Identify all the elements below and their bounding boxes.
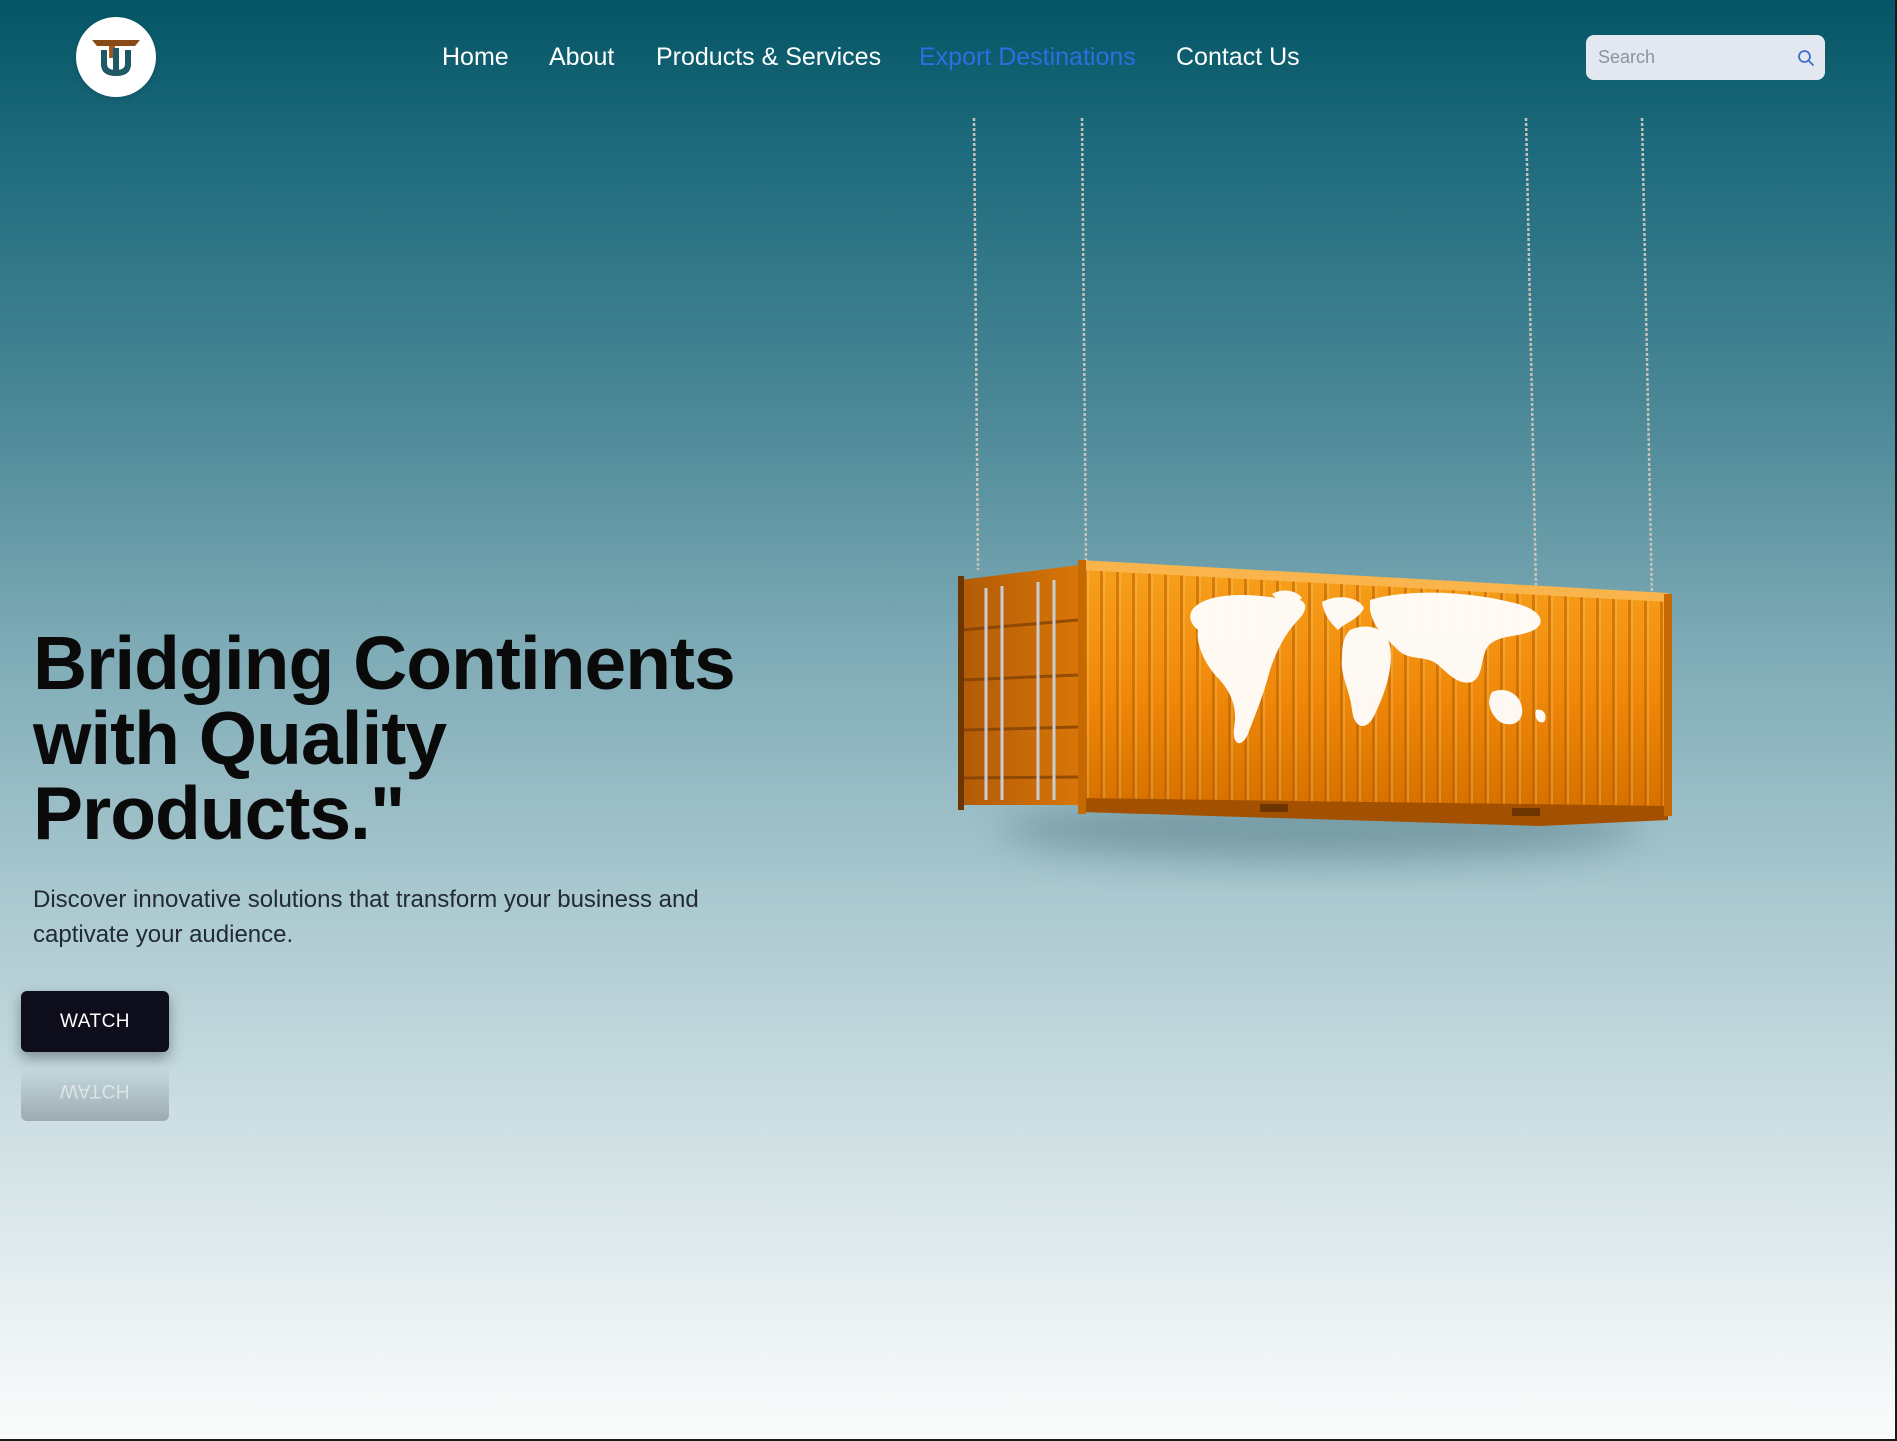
search-input[interactable] (1596, 46, 1790, 69)
nav-export-destinations[interactable]: Export Destinations (919, 40, 1136, 74)
nav-home[interactable]: Home (442, 40, 509, 74)
nav-contact-us[interactable]: Contact Us (1176, 40, 1300, 74)
hero-subtitle: Discover innovative solutions that trans… (33, 886, 699, 948)
search-icon[interactable] (1797, 49, 1815, 67)
watch-button-reflection: WATCH (21, 1060, 169, 1121)
hero-title: Bridging Continents with Quality Product… (33, 621, 736, 855)
nav-about[interactable]: About (549, 40, 614, 74)
nav-products-services[interactable]: Products & Services (656, 40, 881, 74)
search-box (1586, 35, 1825, 80)
watch-button[interactable]: WATCH (21, 991, 169, 1052)
shipping-container-image (958, 117, 1672, 860)
